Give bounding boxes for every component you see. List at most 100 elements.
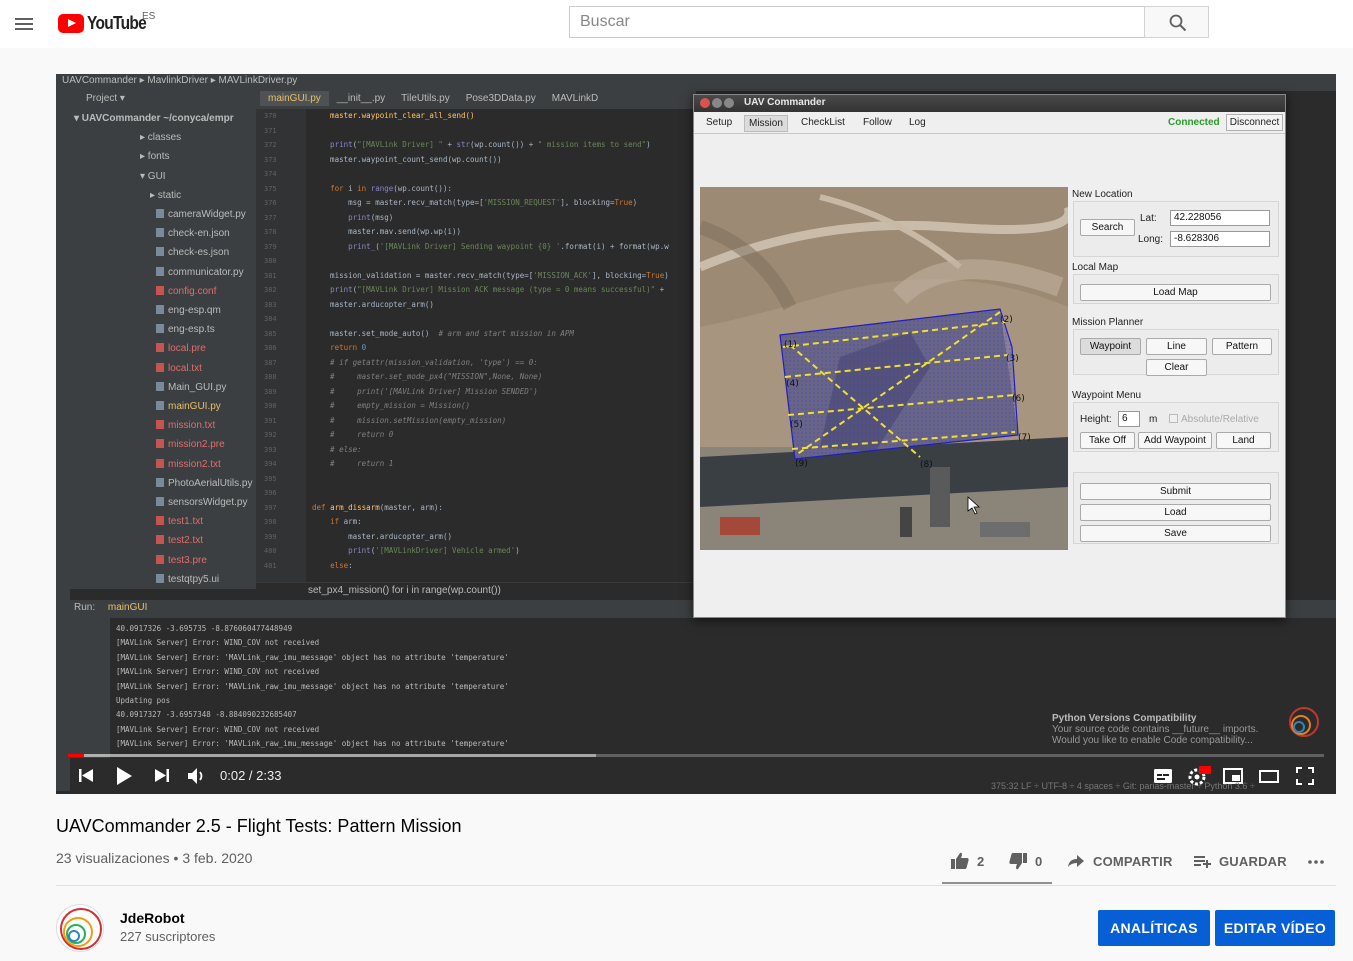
ide-notification[interactable]: Python Versions Compatibility Your sourc…	[1052, 713, 1292, 757]
tab-checklist[interactable]: CheckList	[797, 115, 849, 130]
tree-item-label: mainGUI.py	[168, 401, 221, 413]
tree-item[interactable]: local.txt	[70, 359, 266, 378]
tree-item[interactable]: check-en.json	[70, 224, 266, 243]
tab-follow[interactable]: Follow	[859, 115, 896, 130]
add-waypoint-button[interactable]: Add Waypoint	[1138, 432, 1212, 449]
tree-item[interactable]: ▸ fonts	[70, 147, 266, 166]
tree-item[interactable]: test3.pre	[70, 551, 266, 570]
progress-buffered	[68, 754, 596, 757]
land-button[interactable]: Land	[1216, 432, 1271, 449]
run-config[interactable]: mainGUI	[108, 602, 147, 613]
ide-tab[interactable]: TileUtils.py	[393, 91, 458, 106]
video-player[interactable]: UAVCommander ▸ MavlinkDriver ▸ MAVLinkDr…	[56, 74, 1336, 794]
tree-item-label: mission2.txt	[168, 458, 221, 470]
tree-item[interactable]: test2.txt	[70, 531, 266, 550]
channel-name[interactable]: JdeRobot	[120, 910, 185, 926]
waypoint-mode-button[interactable]: Waypoint	[1080, 338, 1141, 355]
tree-item-label: check-en.json	[168, 228, 230, 240]
tree-item[interactable]: ▾ UAVCommander ~/conyca/empr	[70, 109, 266, 128]
file-icon	[156, 573, 164, 583]
edit-video-button[interactable]: EDITAR VÍDEO	[1215, 910, 1335, 946]
tree-item[interactable]: mission2.txt	[70, 455, 266, 474]
search-location-button[interactable]: Search	[1080, 219, 1135, 236]
tree-item-label: ▾ UAVCommander ~/conyca/empr	[74, 113, 234, 124]
more-actions-button[interactable]	[1306, 850, 1326, 872]
tree-item-label: eng-esp.ts	[168, 324, 215, 336]
submit-button[interactable]: Submit	[1080, 483, 1271, 500]
uav-commander-window: UAV Commander Setup Mission CheckList Fo…	[693, 94, 1286, 618]
file-icon	[156, 516, 164, 526]
tree-item[interactable]: mission.txt	[70, 416, 266, 435]
disconnect-button[interactable]: Disconnect	[1226, 114, 1283, 131]
pattern-mode-button[interactable]: Pattern	[1212, 338, 1272, 355]
waypoint-label: (2)	[1000, 315, 1013, 325]
dislike-button[interactable]: 0	[1008, 850, 1042, 872]
height-input[interactable]: 6	[1118, 411, 1140, 427]
menu-icon[interactable]	[12, 12, 36, 36]
like-button[interactable]: 2	[950, 850, 984, 872]
masthead: YouTube ES	[0, 0, 1353, 48]
tree-item[interactable]: local.pre	[70, 339, 266, 358]
file-icon	[156, 439, 164, 449]
tree-item[interactable]: config.conf	[70, 282, 266, 301]
file-icon	[156, 247, 164, 257]
satellite-map-image: (1) (2) (3) (4) (5) (6) (7) (8) (9)	[700, 187, 1068, 550]
tab-log[interactable]: Log	[905, 115, 930, 130]
tree-item[interactable]: eng-esp.ts	[70, 320, 266, 339]
file-icon	[156, 458, 164, 468]
load-button[interactable]: Load	[1080, 504, 1271, 521]
analytics-button[interactable]: ANALÍTICAS	[1098, 910, 1210, 946]
tree-item[interactable]: mission2.pre	[70, 435, 266, 454]
save-button[interactable]: Save	[1080, 525, 1271, 542]
tree-item[interactable]: Main_GUI.py	[70, 378, 266, 397]
tab-mission[interactable]: Mission	[744, 115, 788, 132]
tree-item[interactable]: ▾ GUI	[70, 167, 266, 186]
project-header[interactable]: Project ▾	[70, 91, 260, 109]
progress-bar[interactable]	[68, 754, 1324, 757]
uav-titlebar: UAV Commander	[694, 95, 1285, 112]
tree-item[interactable]: ▸ static	[70, 186, 266, 205]
tree-item[interactable]: cameraWidget.py	[70, 205, 266, 224]
ide-tab[interactable]: mainGUI.py	[260, 91, 329, 106]
waypoint-menu-header: Waypoint Menu	[1072, 390, 1142, 401]
tree-item-label: sensorsWidget.py	[168, 497, 248, 509]
ide-tab[interactable]: MAVLinkD	[544, 91, 607, 106]
clear-button[interactable]: Clear	[1146, 359, 1207, 376]
takeoff-button[interactable]: Take Off	[1080, 432, 1135, 449]
tree-item[interactable]: ▸ classes	[70, 128, 266, 147]
tree-item[interactable]: check-es.json	[70, 243, 266, 262]
tree-item[interactable]: sensorsWidget.py	[70, 493, 266, 512]
ide-tab[interactable]: __init__.py	[329, 91, 393, 106]
absolute-relative-checkbox[interactable]	[1169, 414, 1178, 423]
tree-item-label: mission.txt	[168, 420, 216, 432]
load-map-button[interactable]: Load Map	[1080, 284, 1271, 301]
tree-item[interactable]: testqtpy5.ui	[70, 570, 266, 589]
tree-item[interactable]: eng-esp.qm	[70, 301, 266, 320]
share-button[interactable]: COMPARTIR	[1066, 850, 1173, 872]
save-to-playlist-button[interactable]: GUARDAR	[1192, 850, 1287, 872]
tree-item[interactable]: PhotoAerialUtils.py	[70, 474, 266, 493]
tree-item[interactable]: test1.txt	[70, 512, 266, 531]
tree-item-label: ▸ fonts	[140, 151, 170, 163]
window-controls[interactable]	[700, 98, 736, 111]
waypoint-label: (3)	[1006, 354, 1019, 364]
code-editor: master.waypoint_clear_all_send() print("…	[306, 109, 696, 589]
channel-avatar[interactable]	[56, 904, 104, 952]
connection-status: Connected	[1168, 117, 1220, 128]
notification-body: Your source code contains __future__ imp…	[1052, 724, 1259, 735]
lat-input[interactable]: 42.228056	[1170, 210, 1270, 226]
console-line: 40.0917326 -3.695735 -8.876060477448949	[116, 624, 293, 633]
tree-item-label: Main_GUI.py	[168, 381, 227, 393]
line-mode-button[interactable]: Line	[1146, 338, 1207, 355]
ide-navbar: UAVCommander ▸ MavlinkDriver ▸ MAVLinkDr…	[56, 74, 1336, 91]
mission-map[interactable]: (1) (2) (3) (4) (5) (6) (7) (8) (9)	[700, 187, 1068, 550]
ide-tab[interactable]: Pose3DData.py	[458, 91, 544, 106]
tree-item-label: ▸ classes	[140, 132, 182, 144]
tree-item[interactable]: communicator.py	[70, 263, 266, 282]
video-title: UAVCommander 2.5 - Flight Tests: Pattern…	[56, 816, 462, 836]
search-button[interactable]	[1144, 6, 1209, 38]
long-input[interactable]: -8.628306	[1170, 231, 1270, 247]
tab-setup[interactable]: Setup	[702, 115, 736, 130]
tree-item[interactable]: mainGUI.py	[70, 397, 266, 416]
search-input[interactable]	[570, 7, 1144, 37]
